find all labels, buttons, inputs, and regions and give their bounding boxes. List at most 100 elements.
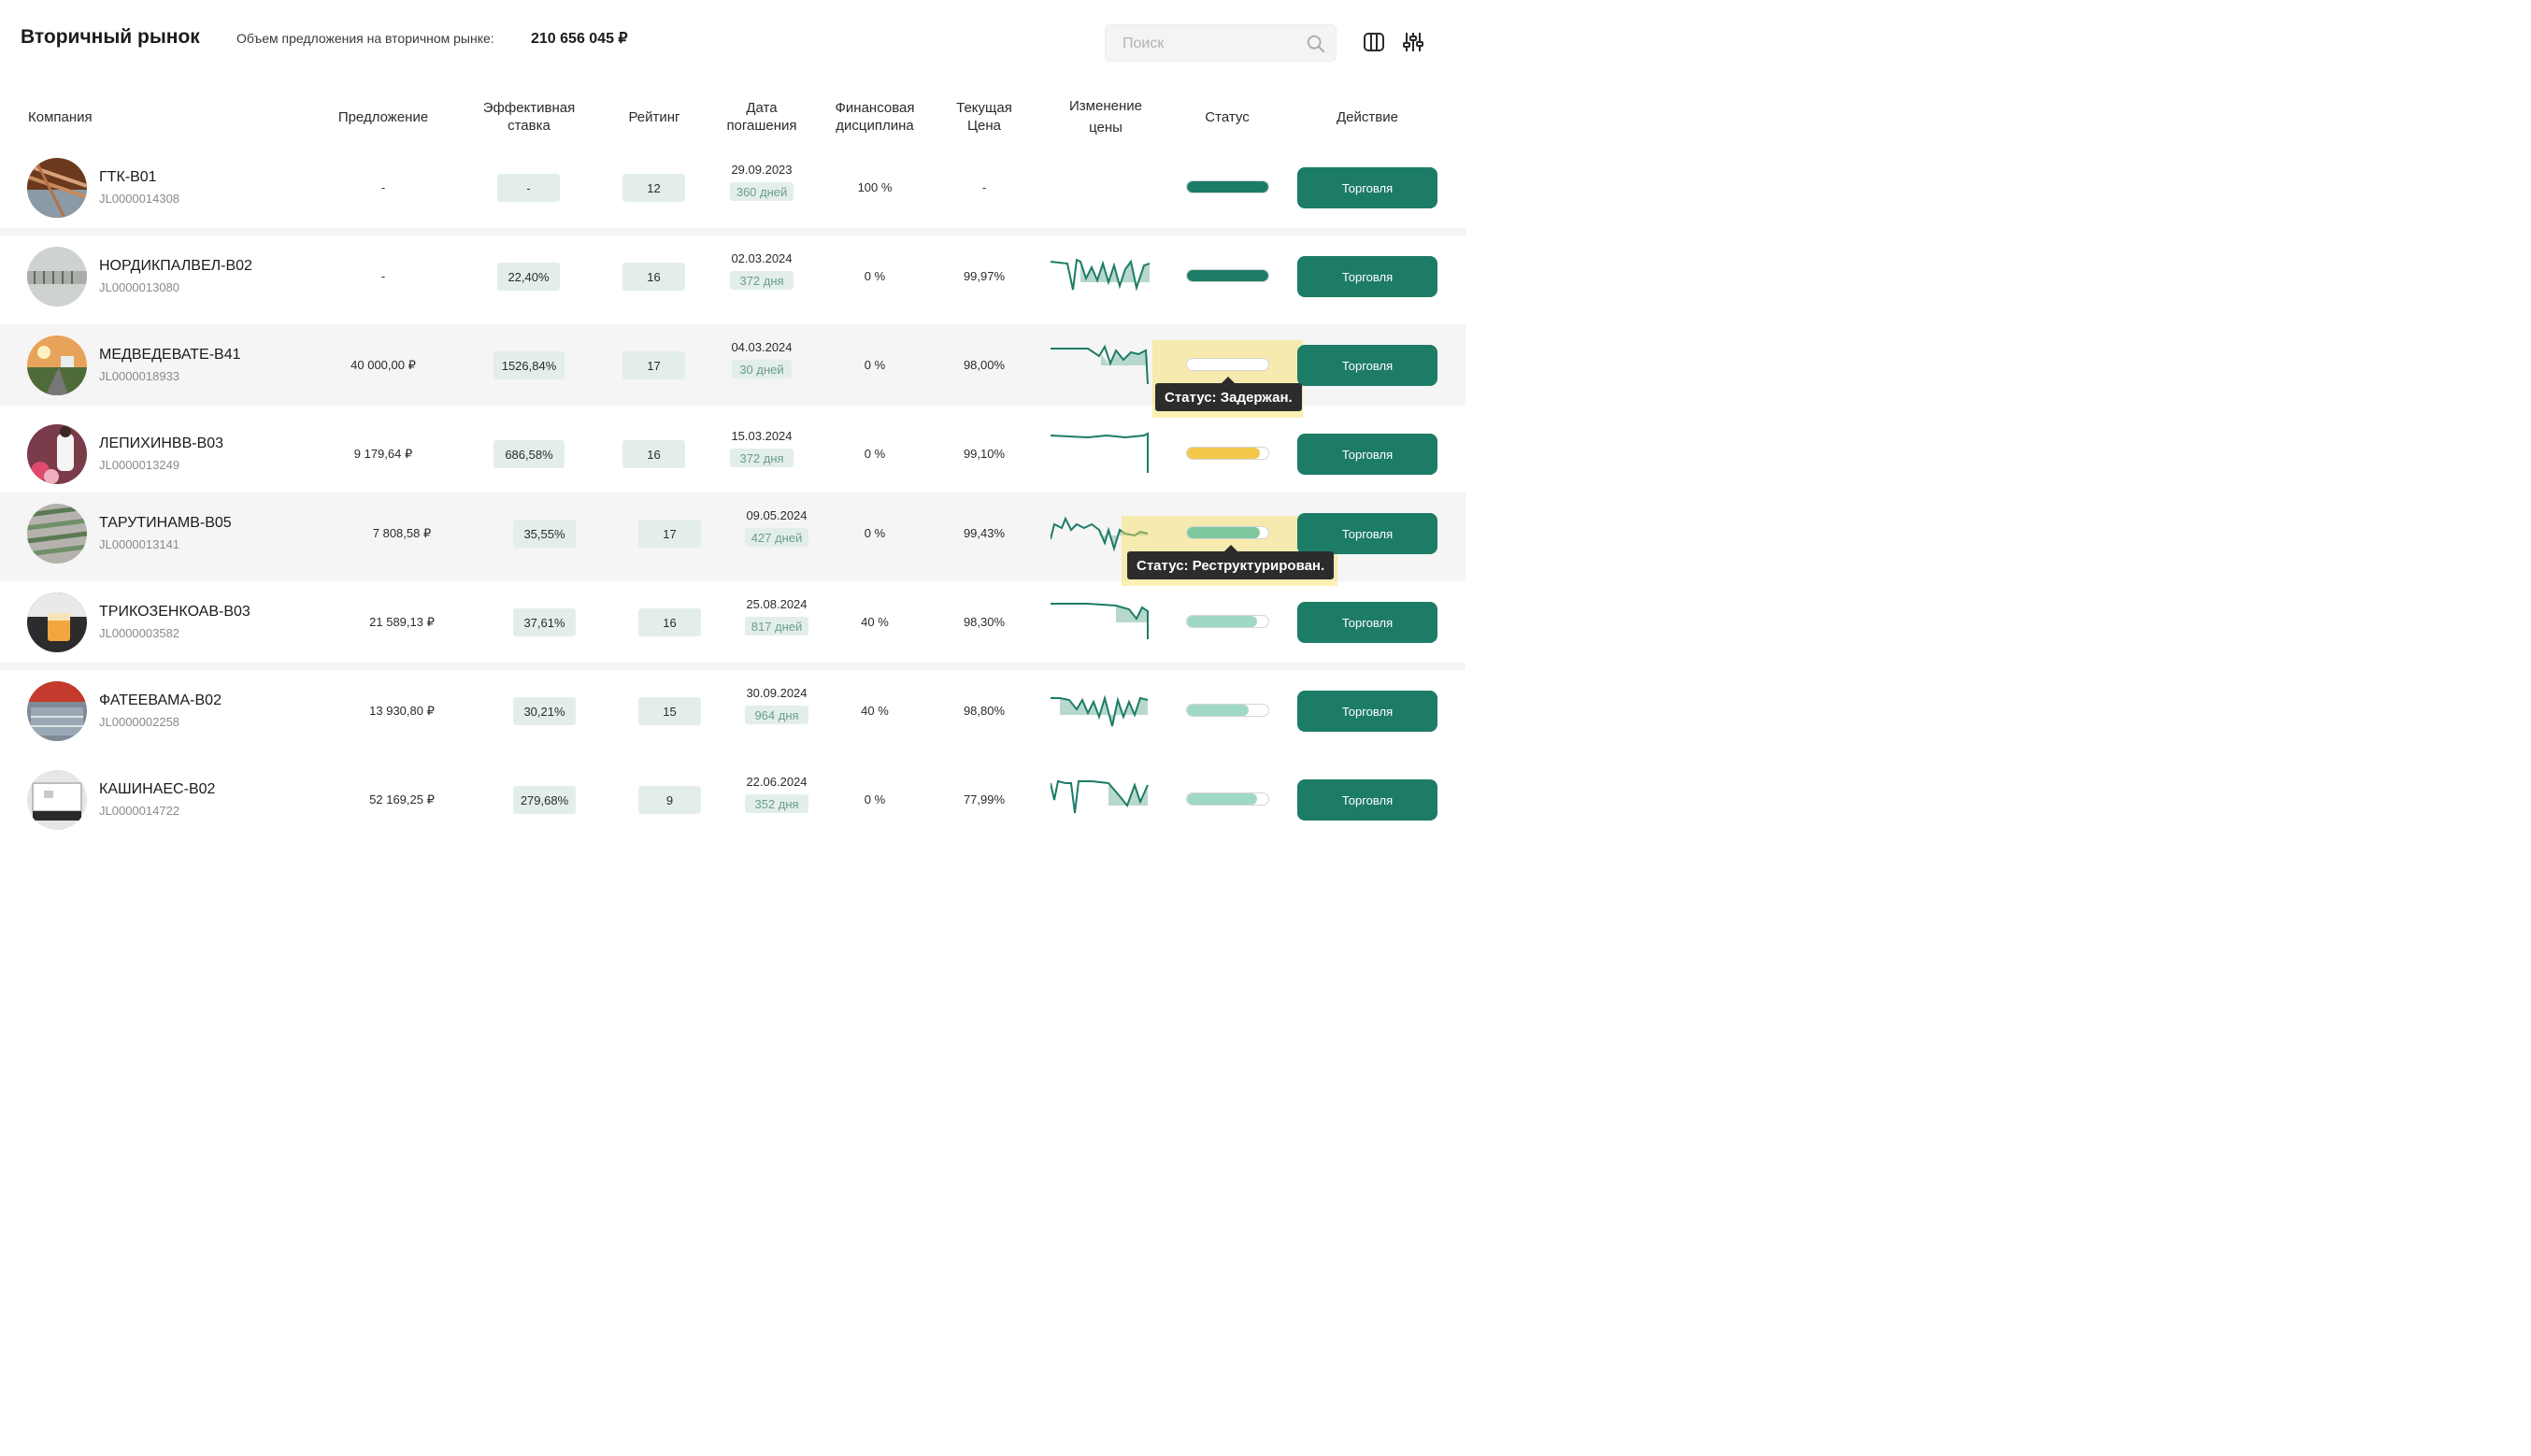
company-name[interactable]: ГТК-В01 xyxy=(99,169,157,186)
column-header-discipline-line2: дисциплина xyxy=(836,118,914,134)
status-bar-fill xyxy=(1187,181,1268,193)
company-name[interactable]: НОРДИКПАЛВЕЛ-В02 xyxy=(99,258,252,275)
column-header-maturity-line2: погашения xyxy=(726,118,797,134)
company-name[interactable]: ФАТЕЕВАМА-В02 xyxy=(99,692,222,709)
maturity-date: 09.05.2024 xyxy=(746,508,808,522)
trade-button[interactable]: Торговля xyxy=(1297,691,1437,732)
table-row[interactable]: ЛЕПИХИНВВ-В03 JL0000013249 9 179,64 ₽ 68… xyxy=(0,413,1466,494)
column-header-rate-line2: ставка xyxy=(508,118,551,134)
status-bar[interactable] xyxy=(1186,358,1269,371)
company-avatar xyxy=(27,592,87,652)
company-name[interactable]: ТРИКОЗЕНКОАВ-В03 xyxy=(99,604,250,621)
column-header-rate-line1: Эффективная xyxy=(482,100,576,116)
column-header-discipline[interactable]: Финансовая дисциплина xyxy=(821,93,929,140)
table-row[interactable]: ТРИКОЗЕНКОАВ-В03 JL0000003582 21 589,13 … xyxy=(0,581,1466,663)
company-name[interactable]: КАШИНАЕС-В02 xyxy=(99,781,215,798)
effective-rate: 37,61% xyxy=(513,608,576,636)
company-name[interactable]: ТАРУТИНАМВ-В05 xyxy=(99,515,232,532)
table-row[interactable]: ГТК-В01 JL0000014308 - - 12 29.09.2023 3… xyxy=(0,147,1466,228)
column-header-company-label: Компания xyxy=(28,108,93,125)
trade-button[interactable]: Торговля xyxy=(1297,345,1437,386)
offer-volume-value: 210 656 045 ₽ xyxy=(531,31,628,47)
table-row[interactable]: ФАТЕЕВАМА-В02 JL0000002258 13 930,80 ₽ 3… xyxy=(0,670,1466,751)
company-code: JL0000013080 xyxy=(99,280,180,294)
effective-rate: 686,58% xyxy=(493,440,565,468)
column-header-maturity[interactable]: Дата погашения xyxy=(715,93,808,140)
financial-discipline: 40 % xyxy=(861,704,889,718)
status-bar[interactable] xyxy=(1186,447,1269,460)
effective-rate: 22,40% xyxy=(497,263,560,291)
company-code: JL0000014308 xyxy=(99,192,180,206)
column-header-rating[interactable]: Рейтинг xyxy=(608,93,701,140)
column-header-company[interactable]: Компания xyxy=(28,93,215,140)
search-icon[interactable] xyxy=(1306,34,1326,54)
rating-badge: 12 xyxy=(622,174,685,202)
search-input[interactable] xyxy=(1123,34,1300,54)
column-header-price-change[interactable]: Изменение цены xyxy=(1054,93,1157,140)
company-avatar xyxy=(27,247,87,307)
maturity-date: 04.03.2024 xyxy=(731,340,793,354)
financial-discipline: 0 % xyxy=(864,269,886,283)
maturity-date: 30.09.2024 xyxy=(746,686,808,700)
financial-discipline: 0 % xyxy=(864,526,886,540)
status-bar[interactable] xyxy=(1186,526,1269,539)
status-tooltip-text: Статус: Задержан. xyxy=(1165,389,1293,406)
current-price: 98,30% xyxy=(963,615,1006,629)
status-bar[interactable] xyxy=(1186,792,1269,806)
status-bar[interactable] xyxy=(1186,704,1269,717)
row-separator xyxy=(0,663,1466,670)
rating-badge: 17 xyxy=(622,351,685,379)
status-bar[interactable] xyxy=(1186,269,1269,282)
financial-discipline: 100 % xyxy=(857,180,893,194)
rating-badge: 16 xyxy=(622,263,685,291)
current-price: - xyxy=(981,180,987,194)
days-to-maturity: 352 дня xyxy=(745,794,808,813)
offer-amount: 40 000,00 ₽ xyxy=(350,357,416,372)
company-code: JL0000002258 xyxy=(99,715,180,729)
trade-button[interactable]: Торговля xyxy=(1297,602,1437,643)
maturity-date: 22.06.2024 xyxy=(746,775,808,789)
column-header-action-label: Действие xyxy=(1337,108,1398,125)
trade-button[interactable]: Торговля xyxy=(1297,434,1437,475)
company-code: JL0000013141 xyxy=(99,537,180,551)
status-bar-fill xyxy=(1187,705,1250,716)
status-bar-fill xyxy=(1187,793,1257,805)
top-bar: Вторичный рынок Объем предложения на вто… xyxy=(0,0,1466,79)
trade-button[interactable]: Торговля xyxy=(1297,513,1437,554)
current-price: 98,00% xyxy=(963,358,1006,372)
trade-button[interactable]: Торговля xyxy=(1297,167,1437,208)
column-header-action[interactable]: Действие xyxy=(1307,93,1428,140)
offer-amount: 13 930,80 ₽ xyxy=(369,703,435,718)
status-bar[interactable] xyxy=(1186,615,1269,628)
offer-amount: 9 179,64 ₽ xyxy=(353,446,413,461)
company-avatar xyxy=(27,770,87,830)
company-avatar xyxy=(27,424,87,484)
company-name[interactable]: МЕДВЕДЕВАТЕ-В41 xyxy=(99,347,241,364)
company-name[interactable]: ЛЕПИХИНВВ-В03 xyxy=(99,435,223,452)
price-change-sparkline xyxy=(1051,432,1149,473)
column-header-change-line1: Изменение xyxy=(1069,98,1142,114)
current-price: 98,80% xyxy=(963,704,1006,718)
trade-button[interactable]: Торговля xyxy=(1297,779,1437,821)
column-header-offer[interactable]: Предложение xyxy=(318,93,449,140)
effective-rate: 30,21% xyxy=(513,697,576,725)
column-header-price[interactable]: Текущая Цена xyxy=(937,93,1031,140)
price-change-sparkline xyxy=(1051,603,1149,639)
column-header-status[interactable]: Статус xyxy=(1180,93,1274,140)
days-to-maturity: 360 дней xyxy=(730,182,794,201)
status-bar[interactable] xyxy=(1186,180,1269,193)
table-row[interactable]: КАШИНАЕС-В02 JL0000014722 52 169,25 ₽ 27… xyxy=(0,759,1466,840)
trade-button[interactable]: Торговля xyxy=(1297,256,1437,297)
columns-icon[interactable] xyxy=(1363,31,1385,53)
tooltip-arrow xyxy=(1222,377,1236,383)
price-change-sparkline xyxy=(1051,258,1150,292)
company-code: JL0000014722 xyxy=(99,804,180,818)
table-row[interactable]: НОРДИКПАЛВЕЛ-В02 JL0000013080 - 22,40% 1… xyxy=(0,236,1466,317)
effective-rate: 1526,84% xyxy=(493,351,565,379)
search-box[interactable] xyxy=(1105,24,1337,62)
offer-amount: - xyxy=(380,269,386,283)
column-header-rate[interactable]: Эффективная ставка xyxy=(467,93,591,140)
sliders-icon[interactable] xyxy=(1402,31,1424,53)
column-header-status-label: Статус xyxy=(1205,108,1250,125)
price-change-sparkline xyxy=(1051,779,1149,814)
